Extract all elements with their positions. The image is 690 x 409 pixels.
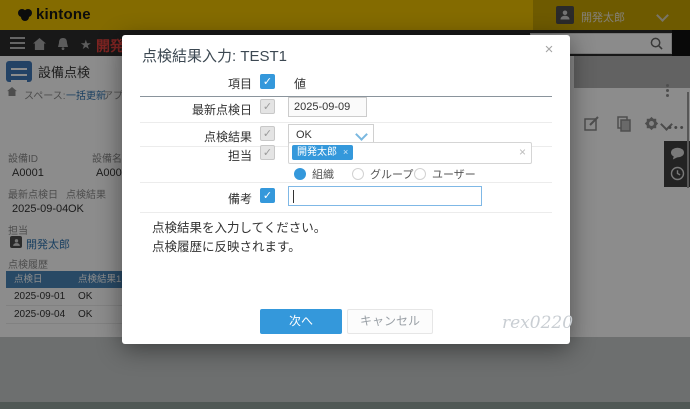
radio-unselected-icon: [414, 168, 426, 180]
row-label-note: 備考: [122, 190, 252, 207]
last-date-checkbox: [260, 99, 275, 114]
assignee-tag-name: 開発太郎: [297, 147, 337, 158]
select-all-checkbox[interactable]: [260, 74, 275, 89]
radio-option-group[interactable]: グループ: [352, 166, 413, 182]
row-label-last-date: 最新点検日: [122, 101, 252, 118]
entity-clear-icon[interactable]: ×: [519, 145, 526, 159]
column-header-item: 項目: [122, 75, 252, 92]
assignee-entity-field[interactable]: 開発太郎 × ×: [288, 142, 532, 164]
next-button[interactable]: 次へ: [260, 309, 342, 334]
row-label-assignee: 担当: [122, 147, 252, 164]
result-checkbox: [260, 126, 275, 141]
note-checkbox[interactable]: [260, 188, 275, 203]
result-select-value: OK: [296, 129, 312, 141]
tag-remove-icon[interactable]: ×: [343, 147, 348, 157]
dialog-title: 点検結果入力: TEST1: [142, 45, 287, 66]
column-header-value: 値: [294, 75, 306, 92]
close-icon[interactable]: ×: [540, 41, 558, 58]
radio-option-organization[interactable]: 組織: [294, 166, 334, 182]
assignee-tag: 開発太郎 ×: [292, 145, 353, 160]
note-input[interactable]: [288, 186, 482, 206]
watermark: rex0220: [502, 313, 573, 333]
radio-selected-icon: [294, 168, 306, 180]
section-divider: [140, 212, 552, 213]
row-divider: [140, 122, 552, 123]
cancel-button[interactable]: キャンセル: [347, 309, 433, 334]
select-chevron-down-icon: [355, 128, 368, 141]
radio-option-user[interactable]: ユーザー: [414, 166, 476, 182]
assignee-checkbox: [260, 145, 275, 160]
help-text-line2: 点検履歴に反映されます。: [152, 238, 301, 257]
row-divider: [140, 182, 552, 183]
last-date-value: 2025-09-09: [288, 97, 367, 117]
inspection-input-dialog: 点検結果入力: TEST1 × 項目 値 最新点検日 2025-09-09 点検…: [122, 35, 570, 344]
result-select[interactable]: OK: [288, 124, 374, 144]
help-text-line1: 点検結果を入力してください。: [152, 219, 326, 238]
radio-unselected-icon: [352, 168, 364, 180]
screen: kintone 開発太郎 ★ 開発 設備点検 スペース: 一括更新 アプリ 設備…: [0, 0, 690, 409]
radio-label: 組織: [312, 166, 334, 182]
text-caret: [293, 190, 294, 203]
radio-label: グループ: [370, 166, 413, 182]
row-label-result: 点検結果: [122, 128, 252, 145]
radio-label: ユーザー: [432, 166, 476, 182]
